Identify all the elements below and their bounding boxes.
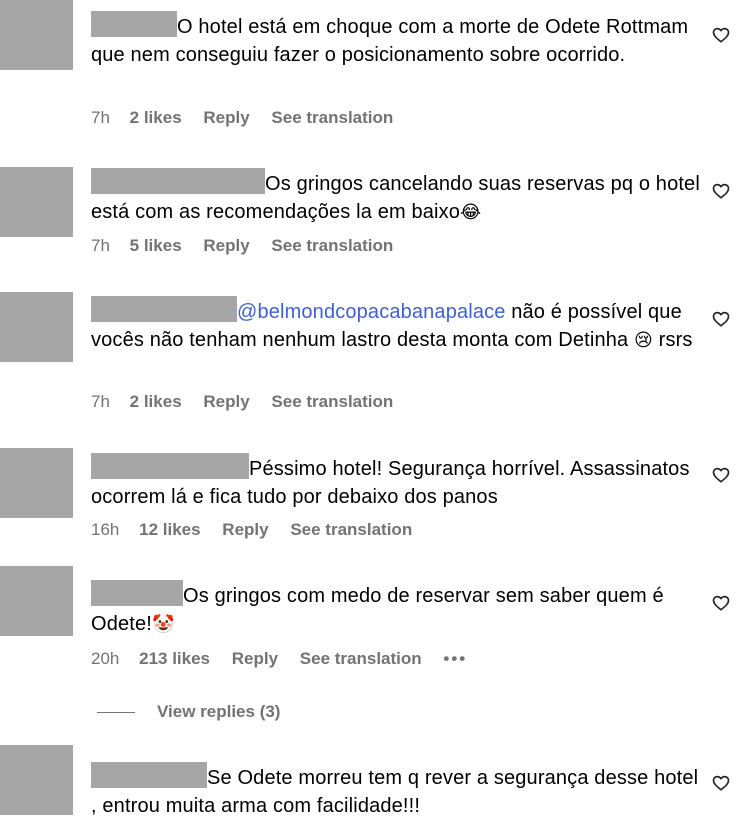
laughing-emoji: 😂 <box>460 202 482 223</box>
username-redacted[interactable] <box>91 11 177 37</box>
avatar[interactable] <box>0 292 73 362</box>
avatar[interactable] <box>0 167 73 237</box>
see-translation-button[interactable]: See translation <box>290 520 412 540</box>
reply-button[interactable]: Reply <box>203 108 249 128</box>
see-translation-button[interactable]: See translation <box>300 649 422 669</box>
comment-meta: 7h 2 likes Reply See translation <box>91 108 410 128</box>
heart-outline-icon[interactable] <box>712 594 730 612</box>
username-redacted[interactable] <box>91 296 237 322</box>
comment-time: 7h <box>91 392 110 411</box>
avatar[interactable] <box>0 566 73 636</box>
heart-outline-icon[interactable] <box>712 26 730 44</box>
comment-text: Os gringos cancelando suas reservas pq o… <box>91 168 701 227</box>
more-options-icon[interactable]: ••• <box>443 649 467 669</box>
reply-button[interactable]: Reply <box>203 392 249 412</box>
reply-button[interactable]: Reply <box>203 236 249 256</box>
likes-count[interactable]: 2 likes <box>130 392 182 412</box>
username-redacted[interactable] <box>91 168 265 194</box>
comment-meta: 16h 12 likes Reply See translation <box>91 520 429 540</box>
avatar[interactable] <box>0 0 73 70</box>
comment-time: 7h <box>91 236 110 255</box>
comment-text: Se Odete morreu tem q rever a segurança … <box>91 762 701 820</box>
avatar[interactable] <box>0 745 73 815</box>
heart-outline-icon[interactable] <box>712 182 730 200</box>
comment-text: O hotel está em choque com a morte de Od… <box>91 11 701 69</box>
view-replies-divider <box>97 712 135 714</box>
comment-text: @belmondcopacabanapalace não é possível … <box>91 296 701 355</box>
reply-button[interactable]: Reply <box>222 520 268 540</box>
mention-link[interactable]: @belmondcopacabanapalace <box>237 301 506 323</box>
comment-time: 16h <box>91 520 120 539</box>
heart-outline-icon[interactable] <box>712 774 730 792</box>
see-translation-button[interactable]: See translation <box>271 236 393 256</box>
comment-time: 20h <box>91 649 120 668</box>
likes-count[interactable]: 2 likes <box>130 108 182 128</box>
heart-outline-icon[interactable] <box>712 310 730 328</box>
username-redacted[interactable] <box>91 762 207 788</box>
comment-text: Péssimo hotel! Segurança horrível. Assas… <box>91 453 701 511</box>
avatar[interactable] <box>0 448 73 518</box>
clown-emoji: 🤡 <box>151 614 175 635</box>
see-translation-button[interactable]: See translation <box>271 392 393 412</box>
likes-count[interactable]: 213 likes <box>139 649 210 669</box>
likes-count[interactable]: 5 likes <box>130 236 182 256</box>
comment-meta: 20h 213 likes Reply See translation ••• <box>91 649 467 669</box>
username-redacted[interactable] <box>91 580 183 606</box>
see-translation-button[interactable]: See translation <box>271 108 393 128</box>
comment-meta: 7h 2 likes Reply See translation <box>91 392 410 412</box>
heart-outline-icon[interactable] <box>712 466 730 484</box>
view-replies-button[interactable]: View replies (3) <box>97 702 280 722</box>
view-replies-label[interactable]: View replies (3) <box>157 702 280 721</box>
username-redacted[interactable] <box>91 453 249 479</box>
comment-text: Os gringos com medo de reservar sem sabe… <box>91 580 701 639</box>
reply-button[interactable]: Reply <box>232 649 278 669</box>
comment-time: 7h <box>91 108 110 127</box>
comment-meta: 7h 5 likes Reply See translation <box>91 236 410 256</box>
crying-emoji: 😢 <box>634 330 653 351</box>
likes-count[interactable]: 12 likes <box>139 520 200 540</box>
